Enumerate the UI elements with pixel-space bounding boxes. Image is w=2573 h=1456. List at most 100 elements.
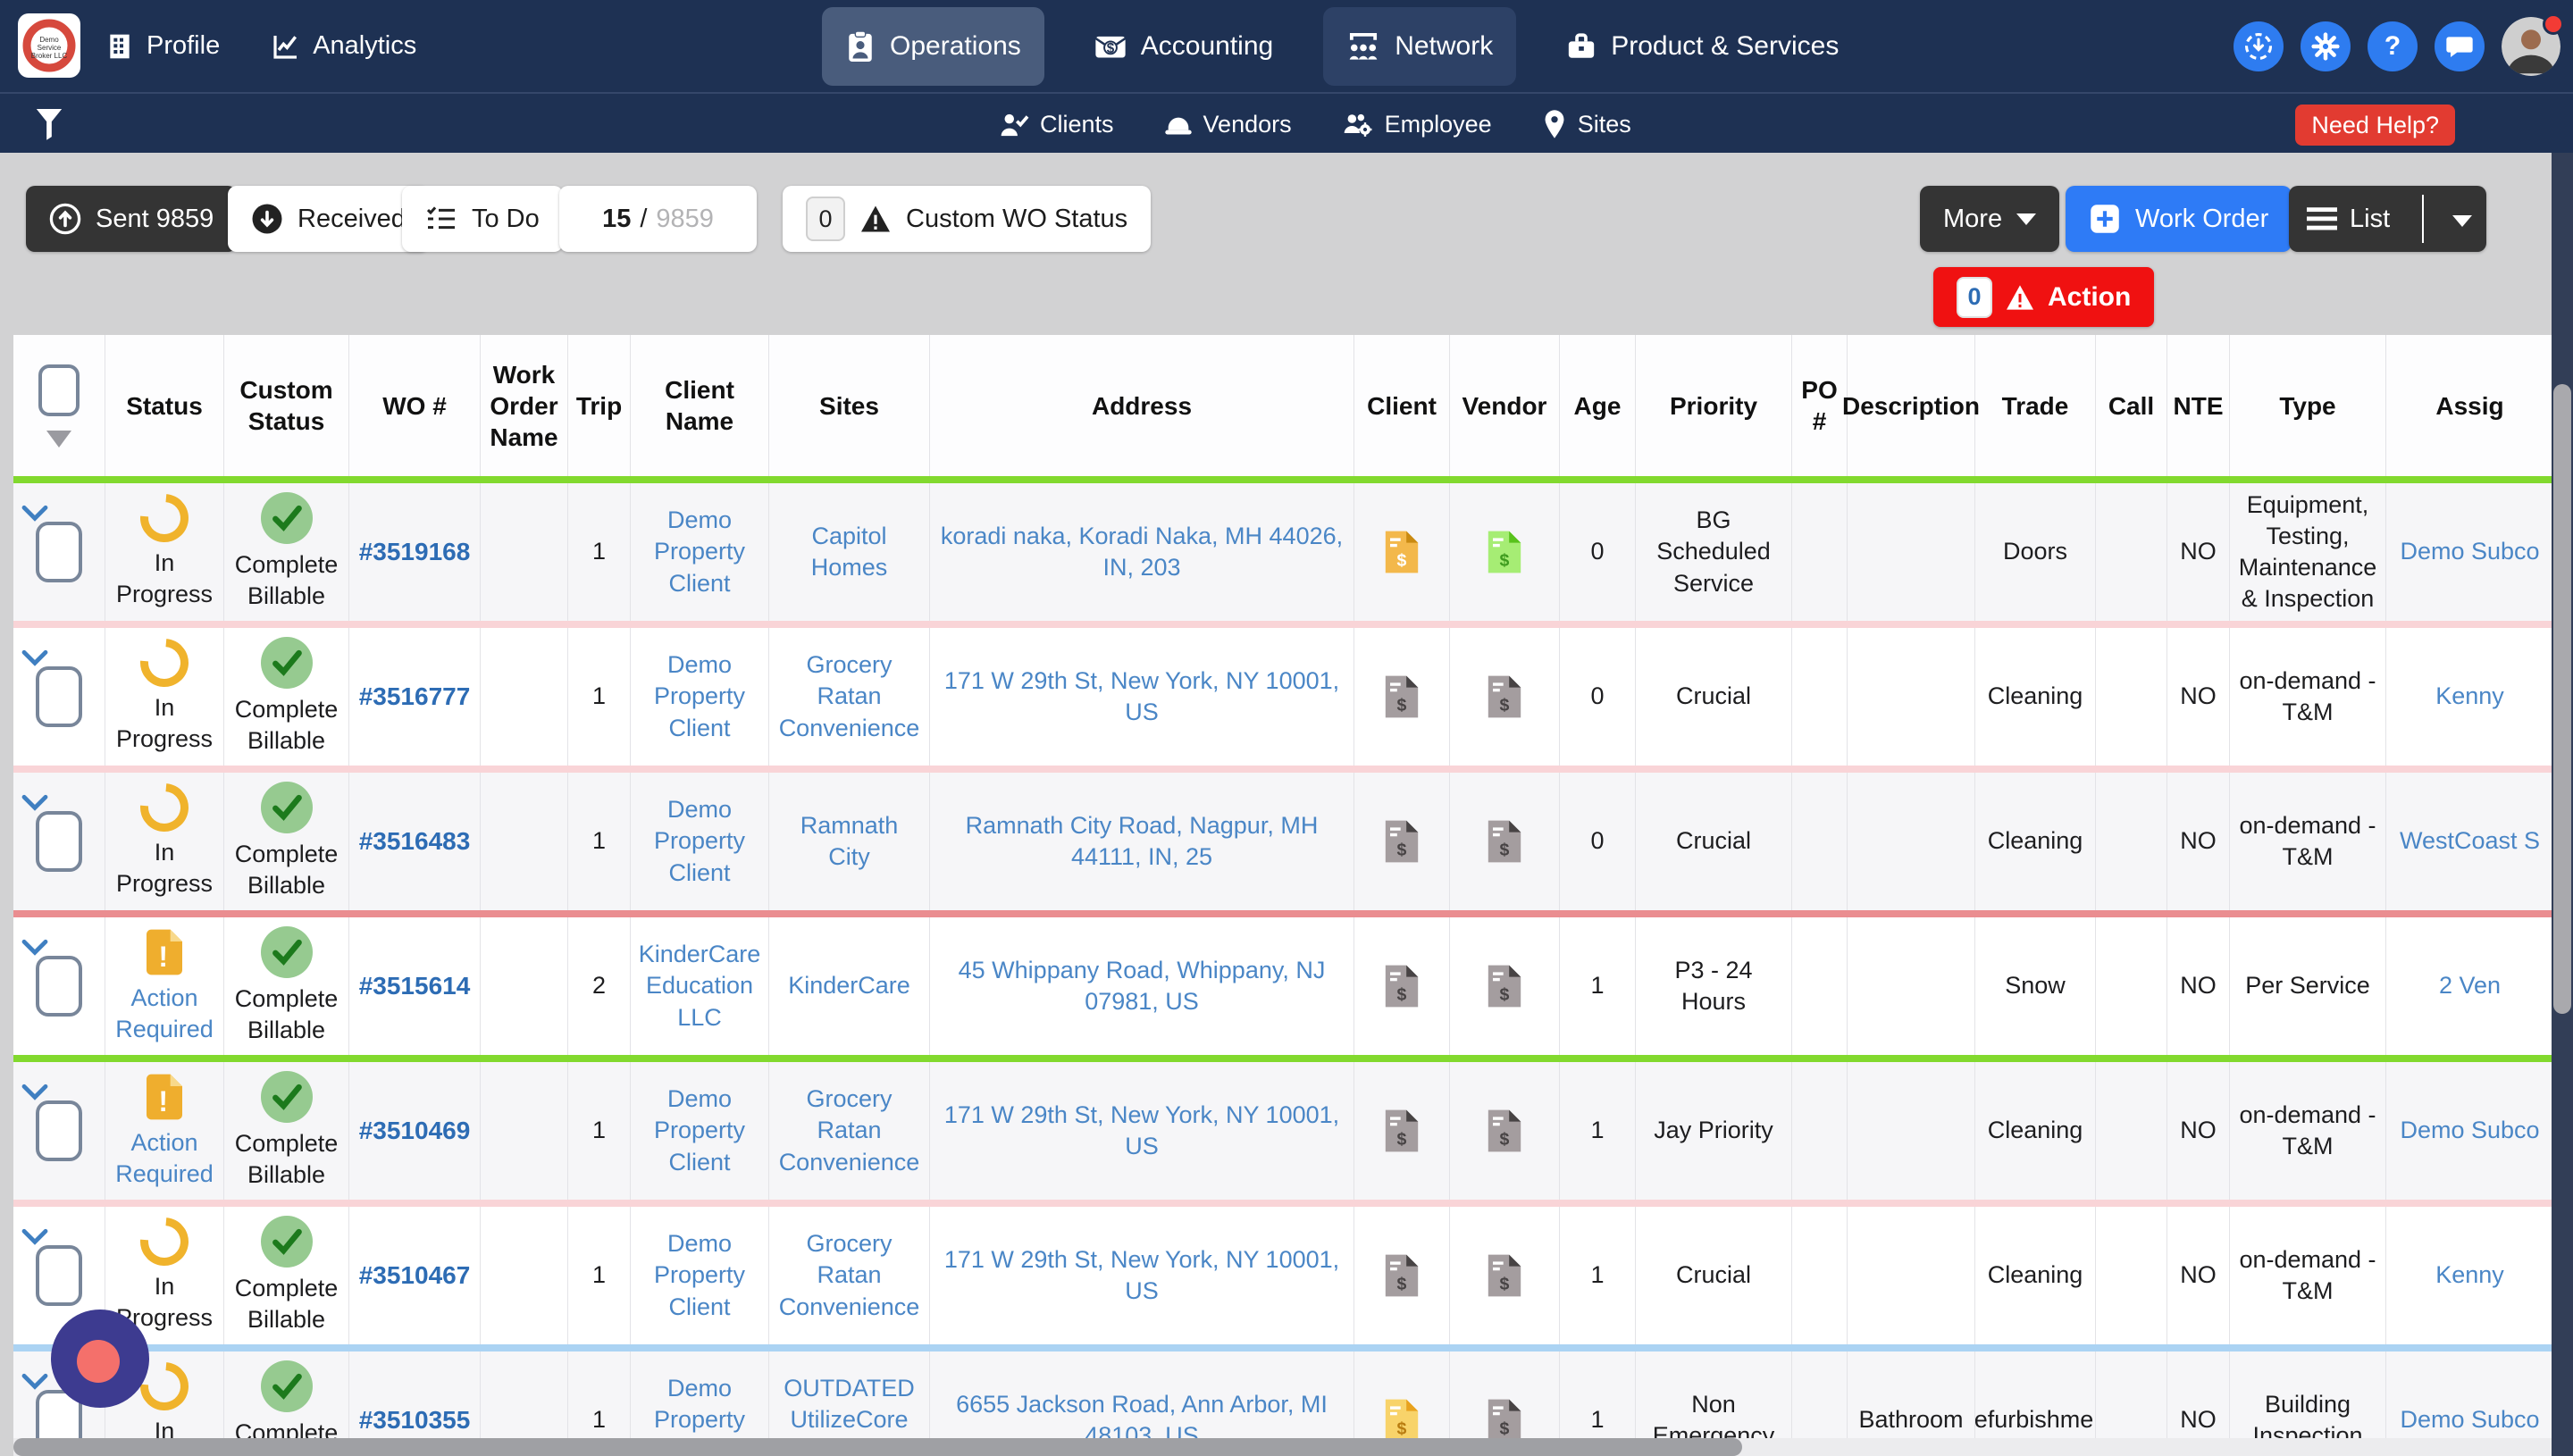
cell-client_name[interactable]: Demo Property Client <box>631 483 769 621</box>
column-header-address[interactable]: Address <box>930 335 1354 476</box>
work-order-link[interactable]: #3510469 <box>359 1115 471 1147</box>
invoice-gray-icon[interactable]: $ <box>1383 1108 1421 1154</box>
horizontal-scrollbar-thumb[interactable] <box>13 1438 1742 1456</box>
tab-operations[interactable]: Operations <box>822 7 1044 86</box>
assigned-link[interactable]: Demo Subco <box>2400 536 2539 567</box>
cell-assigned[interactable]: Demo Subco <box>2386 1062 2552 1200</box>
invoice-gray-icon[interactable]: $ <box>1486 963 1523 1009</box>
select-all-checkbox[interactable] <box>38 364 80 416</box>
company-logo[interactable]: Demo Service Broker LLC <box>18 13 80 78</box>
cell-assigned[interactable]: Demo Subco <box>2386 483 2552 621</box>
history-download-button[interactable] <box>2234 21 2284 71</box>
invoice-green-icon[interactable]: $ <box>1486 529 1523 575</box>
user-avatar[interactable] <box>2502 17 2560 76</box>
new-work-order-button[interactable]: Work Order <box>2066 186 2292 252</box>
client-name-link[interactable]: KinderCare Education LLC <box>639 939 761 1033</box>
floating-widget-button[interactable] <box>51 1310 149 1408</box>
column-header-priority[interactable]: Priority <box>1636 335 1792 476</box>
work-order-link[interactable]: #3510467 <box>359 1259 471 1292</box>
cell-site[interactable]: OUTDATED UtilizeCore HQ <box>769 1351 930 1438</box>
address-link[interactable]: Ramnath City Road, Nagpur, MH 44111, IN,… <box>939 810 1345 873</box>
site-link[interactable]: Grocery Ratan Convenience <box>778 1084 920 1177</box>
tab-accounting[interactable]: $ Accounting <box>1071 7 1296 86</box>
invoice-gray-icon[interactable]: $ <box>1486 818 1523 865</box>
work-order-link[interactable]: #3516483 <box>359 825 471 858</box>
cell-wo[interactable]: #3519168 <box>349 483 481 621</box>
help-button[interactable]: ? <box>2368 21 2418 71</box>
cell-address[interactable]: koradi naka, Koradi Naka, MH 44026, IN, … <box>930 483 1354 621</box>
client-name-link[interactable]: Demo Property Client <box>640 794 759 888</box>
cell-site[interactable]: Ramnath City <box>769 773 930 910</box>
vertical-scrollbar-thumb[interactable] <box>2553 384 2571 1014</box>
sent-filter-button[interactable]: Sent 9859 <box>26 186 237 252</box>
column-header-type[interactable]: Type <box>2230 335 2386 476</box>
column-header-site[interactable]: Sites <box>769 335 930 476</box>
cell-assigned[interactable]: Demo Subco <box>2386 1351 2552 1438</box>
client-name-link[interactable]: Demo Property Client <box>640 505 759 598</box>
client-name-link[interactable]: Demo Property Client <box>640 1228 759 1322</box>
cell-client_name[interactable]: Demo Property Client <box>631 1207 769 1344</box>
sort-triangle-icon[interactable] <box>46 431 71 448</box>
row-expand-chevron-icon[interactable] <box>21 1084 49 1101</box>
cell-address[interactable]: 45 Whippany Road, Whippany, NJ 07981, US <box>930 917 1354 1055</box>
list-view-dropdown-button[interactable] <box>2438 205 2486 234</box>
invoice-gray-icon[interactable]: $ <box>1383 963 1421 1009</box>
cell-site[interactable]: KinderCare <box>769 917 930 1055</box>
invoice-gray-icon[interactable]: $ <box>1383 818 1421 865</box>
column-header-client[interactable]: Client <box>1354 335 1450 476</box>
address-link[interactable]: 171 W 29th St, New York, NY 10001, US <box>939 665 1345 728</box>
column-header-trip[interactable]: Trip <box>568 335 631 476</box>
assigned-link[interactable]: 2 Ven <box>2439 970 2501 1001</box>
action-alert-button[interactable]: 0 Action <box>1933 267 2154 327</box>
tab-product-services[interactable]: Product & Services <box>1543 7 1862 86</box>
cell-site[interactable]: Grocery Ratan Convenience <box>769 1062 930 1200</box>
row-expand-chevron-icon[interactable] <box>21 1228 49 1246</box>
row-expand-chevron-icon[interactable] <box>21 794 49 812</box>
cell-client_name[interactable]: KinderCare Education LLC <box>631 917 769 1055</box>
row-checkbox[interactable] <box>36 956 82 1017</box>
cell-wo[interactable]: #3516777 <box>349 628 481 766</box>
invoice-yellow-icon[interactable]: $ <box>1383 1397 1421 1438</box>
invoice-gray-icon[interactable]: $ <box>1486 1397 1523 1438</box>
address-link[interactable]: koradi naka, Koradi Naka, MH 44026, IN, … <box>939 521 1345 583</box>
cell-wo[interactable]: #3510355 <box>349 1351 481 1438</box>
chat-button[interactable] <box>2435 21 2485 71</box>
assigned-link[interactable]: WestCoast S <box>2400 825 2540 857</box>
row-checkbox[interactable] <box>36 811 82 872</box>
work-order-link[interactable]: #3516777 <box>359 681 471 713</box>
address-link[interactable]: 171 W 29th St, New York, NY 10001, US <box>939 1100 1345 1162</box>
cell-client_name[interactable]: Demo Property Client <box>631 628 769 766</box>
todo-filter-button[interactable]: To Do <box>402 186 563 252</box>
address-link[interactable]: 171 W 29th St, New York, NY 10001, US <box>939 1244 1345 1307</box>
client-name-link[interactable]: Demo Property Client <box>640 649 759 743</box>
cell-address[interactable]: 171 W 29th St, New York, NY 10001, US <box>930 1062 1354 1200</box>
row-checkbox[interactable] <box>36 1245 82 1306</box>
assigned-link[interactable]: Kenny <box>2435 1259 2504 1291</box>
column-header-client_name[interactable]: Client Name <box>631 335 769 476</box>
site-link[interactable]: Grocery Ratan Convenience <box>778 1228 920 1322</box>
cell-site[interactable]: Grocery Ratan Convenience <box>769 1207 930 1344</box>
column-header-nte[interactable]: NTE <box>2167 335 2230 476</box>
cell-assigned[interactable]: WestCoast S <box>2386 773 2552 910</box>
row-expand-chevron-icon[interactable] <box>21 649 49 667</box>
subnav-item-sites[interactable]: Sites <box>1542 109 1631 139</box>
tab-network[interactable]: Network <box>1323 7 1516 86</box>
assigned-link[interactable]: Demo Subco <box>2400 1404 2539 1435</box>
row-expand-chevron-icon[interactable] <box>21 939 49 957</box>
invoice-gray-icon[interactable]: $ <box>1486 1108 1523 1154</box>
subnav-item-employee[interactable]: Employee <box>1342 110 1492 138</box>
column-header-po[interactable]: PO # <box>1792 335 1848 476</box>
list-view-button[interactable]: List <box>2289 205 2408 234</box>
invoice-gray-icon[interactable]: $ <box>1486 1252 1523 1299</box>
column-header-call[interactable]: Call <box>2096 335 2167 476</box>
site-link[interactable]: Ramnath City <box>778 810 920 873</box>
work-order-link[interactable]: #3519168 <box>359 536 471 568</box>
subnav-item-vendors[interactable]: Vendors <box>1164 111 1292 138</box>
settings-button[interactable] <box>2301 21 2351 71</box>
need-help-button[interactable]: Need Help? <box>2295 105 2455 146</box>
site-link[interactable]: OUTDATED UtilizeCore HQ <box>778 1373 920 1438</box>
row-checkbox[interactable] <box>36 666 82 727</box>
address-link[interactable]: 6655 Jackson Road, Ann Arbor, MI 48103, … <box>939 1389 1345 1438</box>
cell-wo[interactable]: #3510469 <box>349 1062 481 1200</box>
column-header-vendor[interactable]: Vendor <box>1450 335 1560 476</box>
